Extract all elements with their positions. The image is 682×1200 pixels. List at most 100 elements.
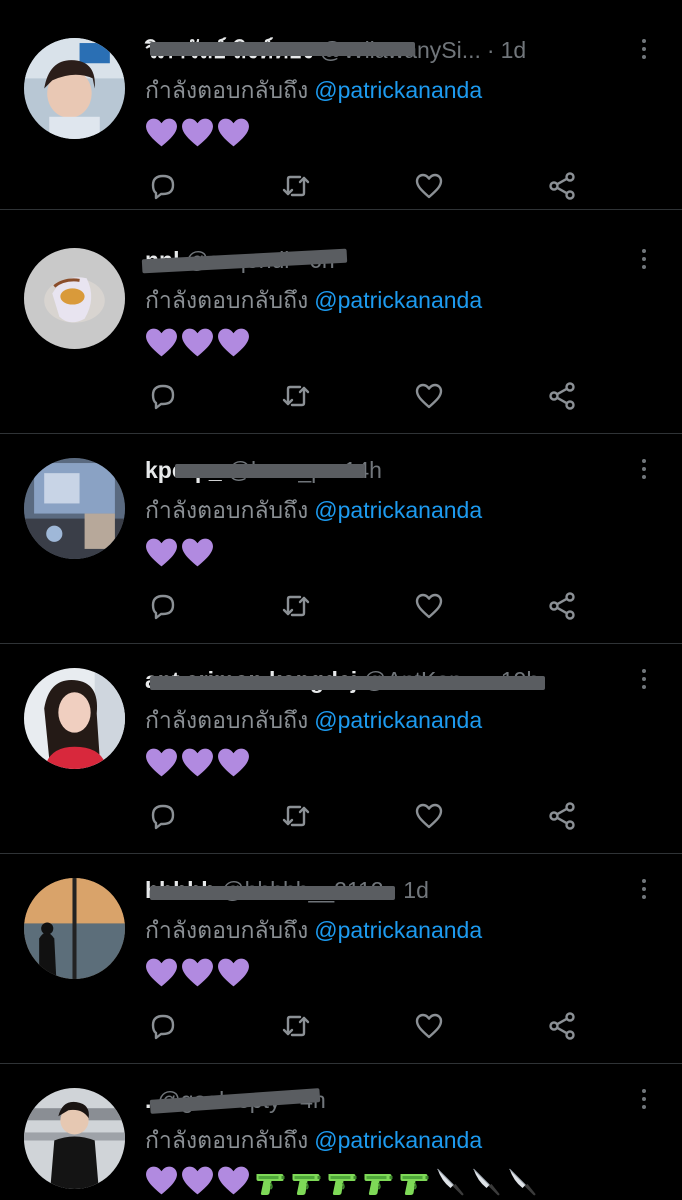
purple-heart-emoji: [145, 327, 178, 359]
timestamp[interactable]: 1d: [501, 37, 527, 63]
mention-link[interactable]: @patrickananda: [314, 917, 482, 943]
share-icon[interactable]: [544, 588, 580, 624]
avatar-photo: [24, 668, 125, 769]
replies-feed: วิภาวัลย์ สิงห์ทอง@WilawanySi...·1d กำลั…: [0, 0, 682, 1200]
water-pistol-emoji: [325, 1165, 358, 1197]
reply-icon[interactable]: [145, 1008, 181, 1044]
reply-tweet[interactable]: ant srimon kongdej@AntKon...·19h กำลังตอ…: [0, 644, 682, 854]
purple-heart-emoji: [181, 117, 214, 149]
avatar[interactable]: [24, 878, 125, 979]
more-options-icon[interactable]: [634, 244, 654, 274]
kitchen-knife-emoji: [433, 1165, 466, 1197]
mention-link[interactable]: @patrickananda: [314, 707, 482, 733]
redaction-bar: [150, 676, 545, 690]
mention-link[interactable]: @patrickananda: [314, 77, 482, 103]
more-options-icon[interactable]: [634, 664, 654, 694]
share-icon[interactable]: [544, 1008, 580, 1044]
timestamp[interactable]: 1d: [403, 877, 429, 903]
purple-heart-emoji: [217, 117, 250, 149]
replying-prefix: กำลังตอบกลับถึง: [145, 77, 309, 103]
retweet-icon[interactable]: [278, 798, 314, 834]
purple-heart-emoji: [181, 747, 214, 779]
like-icon[interactable]: [411, 378, 447, 414]
purple-heart-emoji: [217, 327, 250, 359]
like-icon[interactable]: [411, 798, 447, 834]
avatar-photo: [24, 878, 125, 979]
tweet-body: [145, 1164, 538, 1198]
mention-link[interactable]: @patrickananda: [314, 287, 482, 313]
share-icon[interactable]: [544, 168, 580, 204]
replying-to-line: กำลังตอบกลับถึง @patrickananda: [145, 704, 482, 736]
reply-icon[interactable]: [145, 798, 181, 834]
replying-to-line: กำลังตอบกลับถึง @patrickananda: [145, 284, 482, 316]
redaction-bar: [175, 464, 365, 478]
tweet-body: [145, 956, 250, 990]
tweet-body: [145, 326, 250, 360]
purple-heart-emoji: [181, 957, 214, 989]
purple-heart-emoji: [217, 957, 250, 989]
tweet-body: [145, 536, 214, 570]
avatar[interactable]: [24, 1088, 125, 1189]
like-icon[interactable]: [411, 588, 447, 624]
purple-heart-emoji: [145, 117, 178, 149]
reply-icon[interactable]: [145, 378, 181, 414]
purple-heart-emoji: [145, 537, 178, 569]
replying-prefix: กำลังตอบกลับถึง: [145, 917, 309, 943]
avatar-photo: [24, 458, 125, 559]
purple-heart-emoji: [145, 957, 178, 989]
like-icon[interactable]: [411, 1008, 447, 1044]
like-icon[interactable]: [411, 168, 447, 204]
tweet-body: [145, 746, 250, 780]
more-options-icon[interactable]: [634, 454, 654, 484]
avatar[interactable]: [24, 248, 125, 349]
avatar-photo: [24, 38, 125, 139]
purple-heart-emoji: [181, 1165, 214, 1197]
more-options-icon[interactable]: [634, 34, 654, 64]
reply-icon[interactable]: [145, 588, 181, 624]
retweet-icon[interactable]: [278, 588, 314, 624]
mention-link[interactable]: @patrickananda: [314, 1127, 482, 1153]
kitchen-knife-emoji: [469, 1165, 502, 1197]
avatar[interactable]: [24, 38, 125, 139]
replying-prefix: กำลังตอบกลับถึง: [145, 287, 309, 313]
purple-heart-emoji: [145, 1165, 178, 1197]
reply-tweet[interactable]: kporp_@kaxx_p·14h กำลังตอบกลับถึง@patric…: [0, 434, 682, 644]
action-bar: [145, 588, 595, 624]
avatar[interactable]: [24, 668, 125, 769]
separator-dot: ·: [486, 37, 495, 63]
purple-heart-emoji: [217, 747, 250, 779]
avatar-photo: [24, 1088, 125, 1189]
reply-tweet[interactable]: วิภาวัลย์ สิงห์ทอง@WilawanySi...·1d กำลั…: [0, 0, 682, 210]
more-options-icon[interactable]: [634, 874, 654, 904]
purple-heart-emoji: [181, 537, 214, 569]
mention-link[interactable]: @patrickananda: [314, 497, 482, 523]
replying-to-line: กำลังตอบกลับถึง @patrickananda: [145, 494, 482, 526]
reply-tweet[interactable]: .@goolnepty·4h กำลังตอบกลับถึง@patrickan…: [0, 1064, 682, 1200]
reply-tweet[interactable]: nnl@snqendi·6h กำลังตอบกลับถึง@patrickan…: [0, 224, 682, 434]
action-bar: [145, 1008, 595, 1044]
purple-heart-emoji: [145, 747, 178, 779]
retweet-icon[interactable]: [278, 1008, 314, 1044]
purple-heart-emoji: [217, 1165, 250, 1197]
replying-to-line: กำลังตอบกลับถึง @patrickananda: [145, 74, 482, 106]
replying-prefix: กำลังตอบกลับถึง: [145, 1127, 309, 1153]
water-pistol-emoji: [397, 1165, 430, 1197]
share-icon[interactable]: [544, 378, 580, 414]
redaction-bar: [150, 886, 395, 900]
more-options-icon[interactable]: [634, 1084, 654, 1114]
kitchen-knife-emoji: [505, 1165, 538, 1197]
retweet-icon[interactable]: [278, 168, 314, 204]
water-pistol-emoji: [289, 1165, 322, 1197]
retweet-icon[interactable]: [278, 378, 314, 414]
reply-tweet[interactable]: hhhhh@hhhhh__2112·1d กำลังตอบกลับถึง@pat…: [0, 854, 682, 1064]
share-icon[interactable]: [544, 798, 580, 834]
tweet-body: [145, 116, 250, 150]
reply-icon[interactable]: [145, 168, 181, 204]
avatar[interactable]: [24, 458, 125, 559]
replying-to-line: กำลังตอบกลับถึง @patrickananda: [145, 1124, 482, 1156]
replying-prefix: กำลังตอบกลับถึง: [145, 707, 309, 733]
action-bar: [145, 378, 595, 414]
water-pistol-emoji: [253, 1165, 286, 1197]
action-bar: [145, 168, 595, 204]
purple-heart-emoji: [181, 327, 214, 359]
